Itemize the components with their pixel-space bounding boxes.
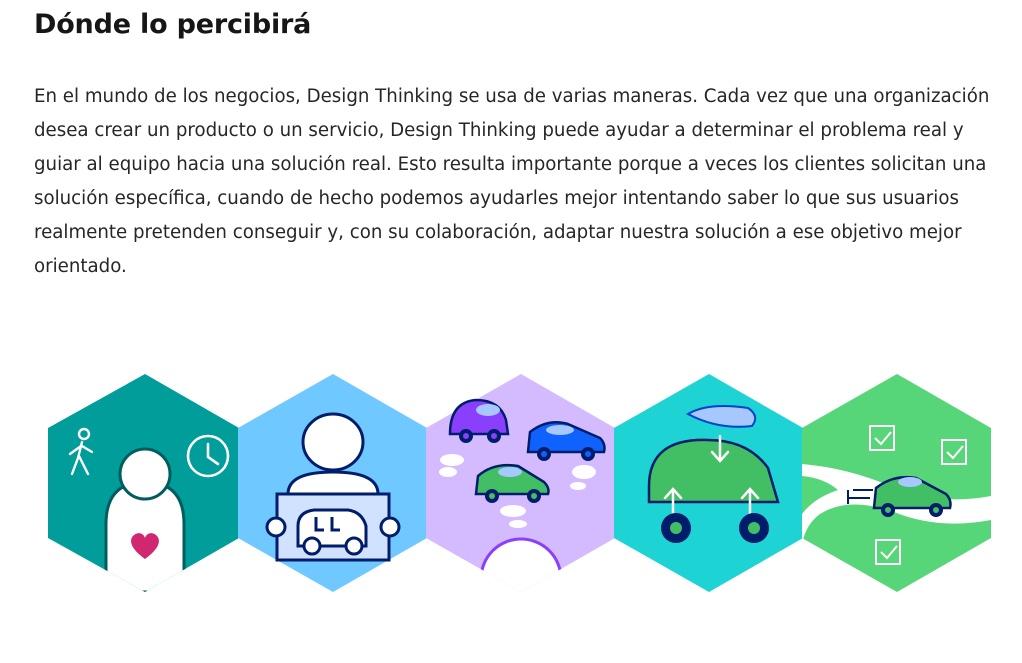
car-sign-icon <box>296 508 368 556</box>
hexagon-user-request <box>238 374 427 592</box>
hexagon-user-needs <box>48 374 239 592</box>
hexagon-ideas <box>426 374 615 592</box>
design-thinking-illustration <box>48 374 991 592</box>
hexagon-delivery <box>802 374 991 592</box>
section-paragraph: En el mundo de los negocios, Design Thin… <box>34 86 990 277</box>
section-title: Dónde lo percibirá <box>34 9 312 40</box>
hexagon-prototype <box>614 374 803 592</box>
